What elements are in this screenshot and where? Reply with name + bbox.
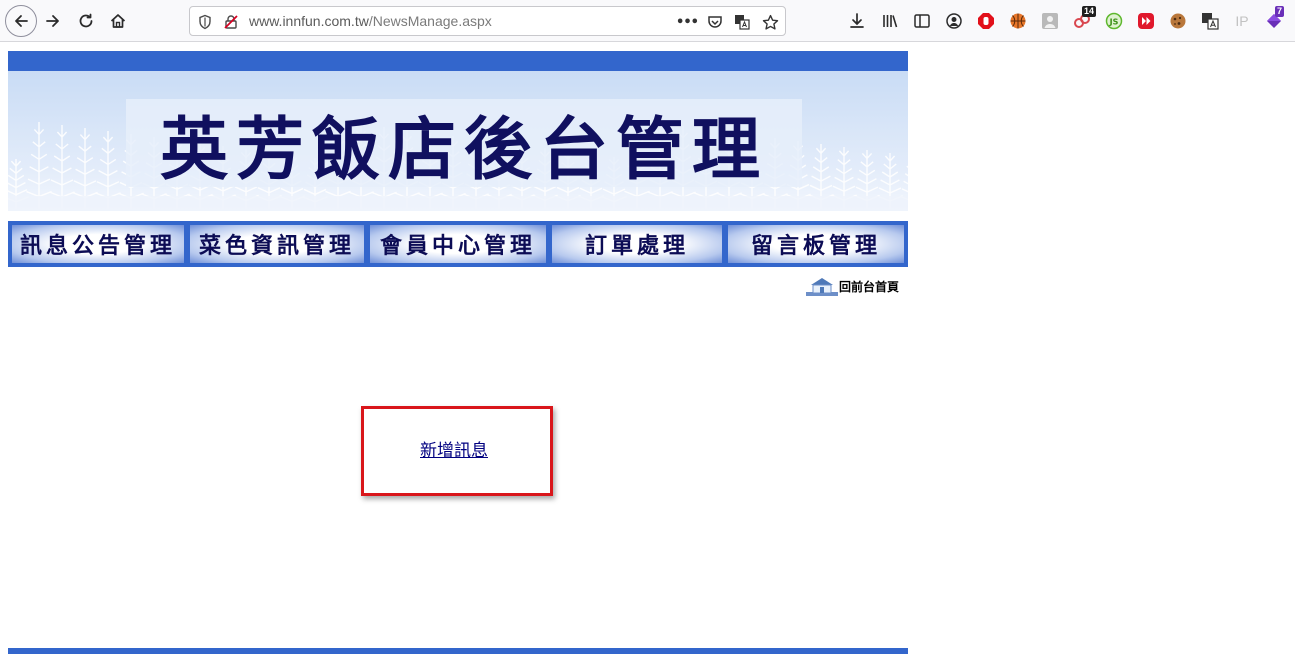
menu-news-management[interactable]: 訊息公告管理 [12, 225, 184, 263]
library-icon[interactable] [880, 11, 900, 31]
bookmark-star-icon[interactable] [761, 13, 779, 31]
page-actions-button[interactable]: ••• [676, 13, 699, 31]
shield-icon[interactable] [196, 13, 214, 31]
banner: 英芳飯店後台管理 [8, 71, 908, 211]
menu-order-processing-label: 訂單處理 [584, 234, 689, 259]
sidebar-icon[interactable] [912, 11, 932, 31]
url-host: www.innfun.com.tw [249, 13, 369, 29]
translate-extension-icon[interactable] [1200, 11, 1220, 31]
menu-guestbook-management-label: 留言板管理 [750, 234, 881, 259]
menu-member-management-label: 會員中心管理 [379, 234, 536, 259]
cookie-extension-icon[interactable] [1168, 11, 1188, 31]
arrow-right-icon [46, 15, 59, 27]
account-icon[interactable] [944, 11, 964, 31]
extension-badge-count-2: 7 [1275, 6, 1285, 17]
adblock-extension-icon[interactable] [976, 11, 996, 31]
address-bar[interactable]: www.innfun.com.tw/NewsManage.aspx ••• [189, 6, 786, 36]
url-path: /NewsManage.aspx [368, 13, 492, 29]
menu-guestbook-management[interactable]: 留言板管理 [728, 225, 904, 263]
reload-button[interactable] [72, 7, 100, 35]
forward-button[interactable] [39, 7, 67, 35]
url-text[interactable]: www.innfun.com.tw/NewsManage.aspx [249, 13, 492, 29]
reload-icon [79, 13, 93, 28]
arrow-left-icon [15, 15, 28, 27]
menu-order-processing[interactable]: 訂單處理 [552, 225, 722, 263]
home-icon [110, 14, 126, 28]
ip-extension-icon[interactable]: IP [1232, 11, 1252, 31]
basketball-extension-icon[interactable] [1008, 11, 1028, 31]
extension-badge-count: 14 [1082, 6, 1097, 17]
house-icon [806, 278, 838, 296]
downloads-icon[interactable] [847, 11, 867, 31]
insecure-lock-icon[interactable] [222, 13, 240, 31]
home-button[interactable] [104, 7, 132, 35]
menu-dish-management-label: 菜色資訊管理 [198, 234, 355, 259]
frost-tree [26, 122, 52, 209]
admin-menu-bar: 訊息公告管理 菜色資訊管理 會員中心管理 訂單處理 留言板管理 [8, 221, 908, 267]
menu-dish-management[interactable]: 菜色資訊管理 [190, 225, 364, 263]
back-button[interactable] [5, 5, 37, 37]
banner-title-text: 英芳飯店後台管理 [159, 110, 768, 190]
fast-forward-extension-icon[interactable] [1136, 11, 1156, 31]
back-to-frontend-label: 回前台首頁 [839, 279, 900, 294]
header-top-bar [8, 51, 908, 71]
profile-extension-icon[interactable] [1040, 11, 1060, 31]
add-news-link[interactable]: 新增訊息 [420, 436, 488, 461]
pocket-icon[interactable] [706, 13, 724, 31]
banner-title: 英芳飯店後台管理 [126, 99, 802, 190]
js-extension-icon[interactable]: JS [1104, 11, 1124, 31]
menu-news-management-label: 訊息公告管理 [19, 234, 176, 259]
back-to-frontend-link[interactable]: 回前台首頁 [806, 276, 908, 296]
svg-text:JS: JS [1109, 18, 1119, 27]
footer-bar [8, 648, 908, 654]
browser-toolbar: www.innfun.com.tw/NewsManage.aspx ••• 14 [0, 0, 1295, 42]
menu-member-management[interactable]: 會員中心管理 [370, 225, 546, 263]
translate-icon[interactable] [733, 13, 751, 31]
